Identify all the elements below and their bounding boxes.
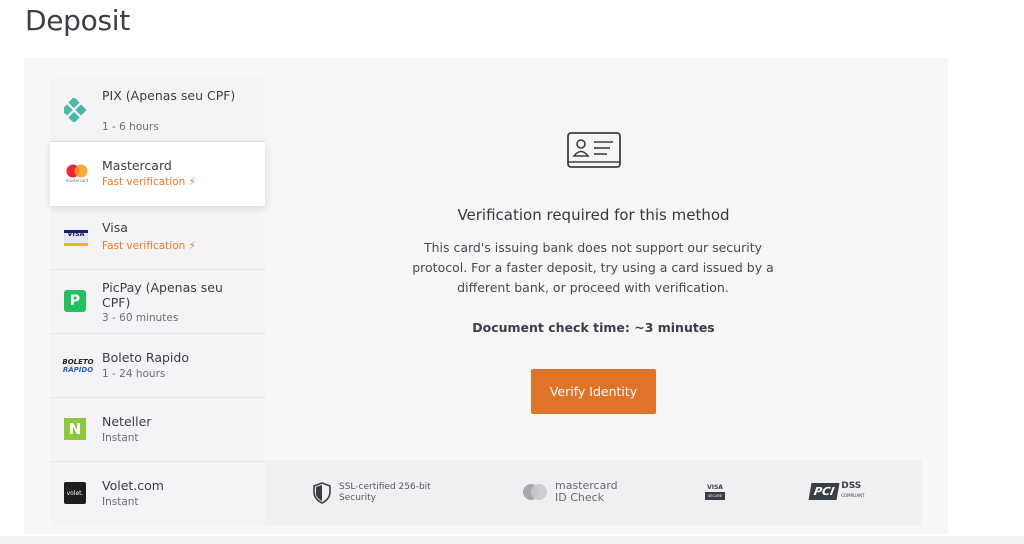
visa-secure-label: SECURE [704,492,726,500]
method-name: Volet.com [102,478,164,493]
visa-secure-visa-text: VISA [707,484,723,491]
method-visa[interactable]: VISA Visa Fast verification ⚡︎ [50,206,265,270]
picpay-icon-label: P [69,293,81,309]
security-badges: SSL-certified 256-bit Security mastercar… [265,460,922,526]
method-name: Mastercard [102,158,172,173]
fast-verification-text: Fast verification [102,240,186,252]
lightning-icon: ⚡︎ [188,176,196,188]
method-time: Instant [102,496,139,508]
mastercard-id-check-badge: mastercard ID Check [521,480,618,504]
pci-dss-badge: PCI DSS COMPLIANT [808,481,865,500]
method-picpay[interactable]: P PicPay (Apenas seu CPF) 3 - 60 minutes [50,270,265,334]
picpay-icon: P [64,290,86,312]
pci-logo: PCI [808,482,840,500]
verification-heading: Verification required for this method [457,206,730,224]
mastercard-icon: mastercard [64,161,90,185]
method-mastercard[interactable]: mastercard Mastercard Fast verification … [50,142,265,206]
neteller-icon-label: N [68,420,82,438]
method-time: 1 - 6 hours [102,121,159,133]
compliant-text: COMPLIANT [841,493,865,498]
method-name: Neteller [102,414,152,429]
shield-icon [313,482,331,504]
id-card-icon [567,132,621,168]
method-name: Boleto Rapido [102,350,189,365]
boleto-icon-line1: BOLETO [62,358,94,366]
verification-content: Verification required for this method Th… [265,78,922,458]
method-time: 1 - 24 hours [102,368,166,380]
volet-icon: volet. [64,482,86,504]
dss-text: DSS [841,481,862,491]
boleto-icon-line2: RÁPIDO [62,366,94,374]
boleto-icon: BOLETO RÁPIDO [62,354,94,378]
visa-icon: VISA [64,226,88,250]
mastercard-icon-label: mastercard [65,177,89,183]
visa-icon-label: VISA [67,230,85,238]
lightning-icon: ⚡︎ [188,240,196,252]
page-title: Deposit [25,4,130,37]
neteller-icon: N [64,418,86,440]
method-time: Instant [102,432,139,444]
payment-method-list: PIX (Apenas seu CPF) 1 - 6 hours masterc… [50,78,265,526]
method-name: PicPay (Apenas seu CPF) [102,280,223,310]
fast-verification-text: Fast verification [102,176,186,188]
ssl-badge: SSL-certified 256-bit Security [313,482,439,504]
ssl-text: SSL-certified 256-bit Security [339,482,431,503]
method-time: 3 - 60 minutes [102,312,179,324]
visa-secure-badge: VISA SECURE [703,484,727,504]
mastercard-logo-icon [523,484,547,500]
verify-identity-button[interactable]: Verify Identity [531,369,656,414]
method-name: Visa [102,220,128,235]
volet-icon-label: volet. [66,489,84,497]
pix-icon [64,98,88,122]
document-check-time: Document check time: ~3 minutes [472,320,715,335]
verification-description: This card's issuing bank does not suppor… [412,240,774,295]
method-fast-label: Fast verification ⚡︎ [102,240,196,252]
id-check-text: ID Check [555,491,605,504]
method-name: PIX (Apenas seu CPF) [102,88,236,103]
method-fast-label: Fast verification ⚡︎ [102,176,196,188]
method-volet[interactable]: volet. Volet.com Instant [50,462,265,526]
method-neteller[interactable]: N Neteller Instant [50,398,265,462]
method-pix[interactable]: PIX (Apenas seu CPF) 1 - 6 hours [50,78,265,142]
bottom-scroll-edge [0,536,1024,544]
method-boleto[interactable]: BOLETO RÁPIDO Boleto Rapido 1 - 24 hours [50,334,265,398]
